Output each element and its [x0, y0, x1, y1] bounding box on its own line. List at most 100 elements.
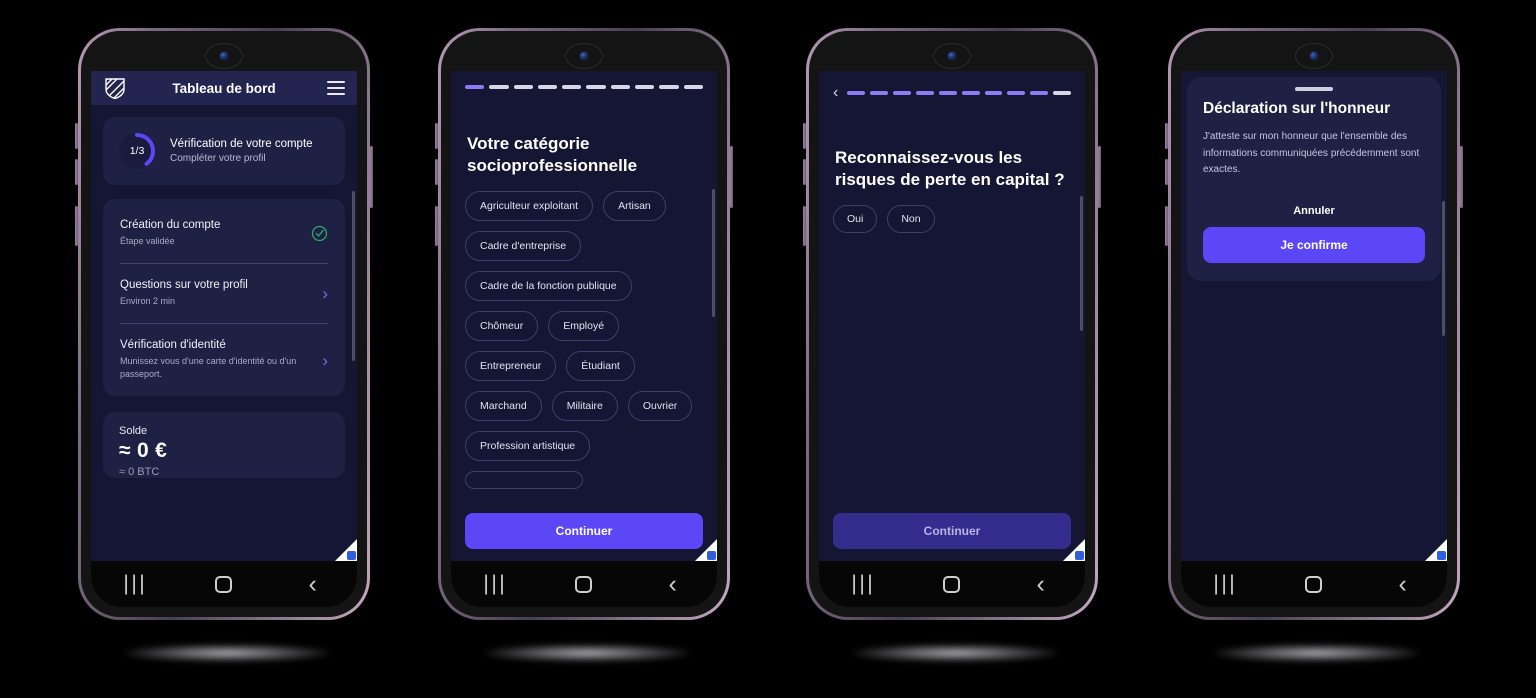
continue-button[interactable]: Continuer [833, 513, 1071, 549]
option-chip-employe[interactable]: Employé [548, 310, 620, 341]
side-key-button[interactable] [1460, 146, 1463, 208]
onboarding-steps-card: Création du compte Étape validée Questio… [103, 199, 345, 397]
recents-icon[interactable]: ||| [1205, 564, 1245, 604]
back-icon[interactable]: ‹ [1021, 564, 1061, 604]
scrollbar-thumb[interactable] [352, 191, 355, 361]
volume-down-button[interactable] [435, 159, 438, 185]
option-chip-marchand[interactable]: Marchand [465, 390, 542, 421]
confirm-button[interactable]: Je confirme [1203, 226, 1425, 263]
android-navigation-bar: ||| ‹ [1181, 561, 1447, 607]
phone-mockup-dashboard: Tableau de bord 1/3 Vérification de votr… [75, 28, 373, 620]
drag-handle[interactable] [1295, 87, 1333, 91]
power-button[interactable] [803, 206, 806, 246]
watermark-badge-icon [1075, 551, 1084, 560]
android-navigation-bar: ||| ‹ [451, 561, 717, 607]
option-chip-partially-hidden[interactable] [465, 470, 583, 489]
phone-frame: Tableau de bord 1/3 Vérification de votr… [75, 28, 373, 620]
volume-up-button[interactable] [1165, 123, 1168, 149]
option-chip-artisan[interactable]: Artisan [603, 190, 666, 221]
camera-notch-area [819, 41, 1085, 71]
progress-segment [659, 85, 679, 89]
scrollbar-thumb[interactable] [1442, 201, 1445, 336]
power-button[interactable] [75, 206, 78, 246]
verification-card[interactable]: 1/3 Vérification de votre compte Complét… [103, 117, 345, 185]
scrollbar-thumb[interactable] [712, 189, 715, 317]
volume-down-button[interactable] [803, 159, 806, 185]
page-title: Tableau de bord [172, 80, 276, 96]
progress-segment [938, 91, 957, 95]
progress-ring-label: 1/3 [129, 145, 145, 157]
option-chip-etudiant[interactable]: Étudiant [566, 350, 635, 381]
volume-up-button[interactable] [803, 123, 806, 149]
volume-down-button[interactable] [1165, 159, 1168, 185]
camera-ring [205, 43, 243, 69]
continue-button[interactable]: Continuer [465, 513, 703, 549]
option-chip-chomeur[interactable]: Chômeur [465, 310, 539, 341]
scrollbar-thumb[interactable] [1080, 196, 1083, 331]
verification-subtitle: Compléter votre profil [170, 153, 266, 164]
chevron-left-icon[interactable]: ‹ [833, 85, 838, 101]
step-subtitle: Environ 2 min [120, 296, 176, 307]
step-title: Questions sur votre profil [120, 279, 248, 292]
back-icon[interactable]: ‹ [653, 564, 693, 604]
home-icon[interactable] [932, 564, 972, 604]
recents-icon[interactable]: ||| [843, 564, 883, 604]
option-chip-non[interactable]: Non [887, 204, 935, 233]
option-chip-entrepreneur[interactable]: Entrepreneur [465, 350, 557, 381]
volume-down-button[interactable] [75, 159, 78, 185]
shield-logo-icon [103, 76, 127, 100]
recents-icon[interactable]: ||| [115, 564, 155, 604]
power-button[interactable] [1165, 206, 1168, 246]
cancel-button[interactable]: Annuler [1203, 205, 1425, 217]
step-subtitle: Munissez vous d'une carte d'identité ou … [120, 356, 297, 380]
phone-frame: Votre catégorie socioprofessionnelle Agr… [435, 28, 733, 620]
recents-icon[interactable]: ||| [475, 564, 515, 604]
side-key-button[interactable] [1098, 146, 1101, 208]
option-chip-oui[interactable]: Oui [833, 204, 878, 233]
phone-mockup-category: Votre catégorie socioprofessionnelle Agr… [435, 28, 733, 620]
phone-bezel: Tableau de bord 1/3 Vérification de votr… [81, 31, 367, 617]
option-chip-ouvrier[interactable]: Ouvrier [627, 390, 693, 421]
step-progress-indicator: ‹ [819, 71, 1085, 101]
home-icon[interactable] [1294, 564, 1334, 604]
volume-up-button[interactable] [75, 123, 78, 149]
primary-action-area: Continuer [819, 513, 1085, 549]
home-icon[interactable] [564, 564, 604, 604]
home-icon[interactable] [204, 564, 244, 604]
balance-label: Solde [119, 425, 148, 438]
camera-notch-area [451, 41, 717, 71]
back-icon[interactable]: ‹ [1383, 564, 1423, 604]
option-chip-list: Agriculteur exploitant Artisan Cadre d'e… [451, 177, 717, 489]
drop-shadow [484, 644, 690, 662]
option-chip-profession-artistique[interactable]: Profession artistique [465, 430, 591, 461]
progress-segment [870, 91, 889, 95]
progress-segment [465, 85, 485, 89]
chevron-right-icon: › [322, 350, 328, 370]
volume-up-button[interactable] [435, 123, 438, 149]
drop-shadow [1214, 644, 1420, 662]
progress-segment [513, 85, 533, 89]
phone-mockup-risk: ‹ Reconnaissez-vous les risques de perte… [803, 28, 1101, 620]
step-row-profile-questions[interactable]: Questions sur votre profil Environ 2 min… [103, 263, 345, 323]
hamburger-menu-icon[interactable] [327, 81, 345, 95]
back-icon[interactable]: ‹ [293, 564, 333, 604]
power-button[interactable] [435, 206, 438, 246]
side-key-button[interactable] [730, 146, 733, 208]
step-row-identity-verification[interactable]: Vérification d'identité Munissez vous d'… [103, 323, 345, 396]
side-key-button[interactable] [370, 146, 373, 208]
option-chip-militaire[interactable]: Militaire [551, 390, 618, 421]
phone-screen: Tableau de bord 1/3 Vérification de votr… [91, 41, 357, 607]
step-title: Création du compte [120, 219, 221, 231]
progress-segment [915, 91, 934, 95]
verification-title: Vérification de votre compte [170, 138, 313, 150]
option-chip-agriculteur-exploitant[interactable]: Agriculteur exploitant [465, 190, 594, 221]
sheet-body-text: J'atteste sur mon honneur que l'ensemble… [1203, 131, 1420, 175]
progress-segment [1053, 91, 1072, 95]
option-chip-cadre-fonction-publique[interactable]: Cadre de la fonction publique [465, 270, 632, 301]
app-content-risk: ‹ Reconnaissez-vous les risques de perte… [819, 71, 1085, 561]
option-chip-cadre-dentreprise[interactable]: Cadre d'entreprise [465, 230, 582, 261]
step-row-account-creation[interactable]: Création du compte Étape validée [103, 203, 345, 263]
balance-card[interactable]: Solde ≈ 0 € ≈ 0 BTC [103, 412, 345, 479]
step-trailing [303, 225, 328, 242]
phone-screen: Votre catégorie socioprofessionnelle Agr… [451, 41, 717, 607]
